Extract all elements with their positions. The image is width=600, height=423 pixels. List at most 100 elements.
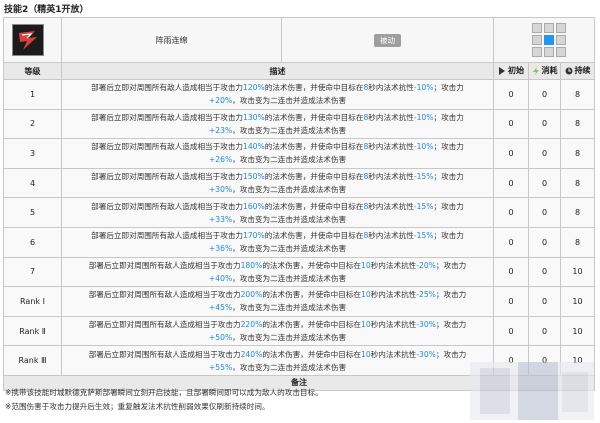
range-cell [556,47,566,57]
desc-text: 部署后立即对周围所有敌人造成相当于攻击力 [88,290,241,300]
col-initial: 初始 [493,62,529,80]
desc-text: ；攻击力 [435,290,467,300]
table-row: 6 部署后立即对周围所有敌人造成相当于攻击力170%的法术伤害，并使命中目标在8秒… [3,226,596,258]
row-duration: 8 [559,226,596,258]
column-header-row: 等级 描述 初始 消耗 持续 [3,62,596,80]
desc-text: 部署后立即对周围所有敌人造成相当于攻击力 [88,260,241,270]
desc-text: ，攻击变为二连击并造成法术伤害 [232,155,347,165]
row-level: 1 [3,79,62,110]
desc-text: ；攻击力 [435,260,467,270]
skill-table: 阵雨连绵 被动 等级 描述 初始 消耗 持续 1 部署后立即对周围所有敌人造成相… [2,17,596,391]
desc-text: ，攻击变为二连击并造成法术伤害 [232,96,347,106]
desc-text: 部署后立即对周围所有敌人造成相当于攻击力 [91,201,244,211]
desc-text: ；攻击力 [433,142,464,152]
row-cost: 0 [528,108,561,140]
row-cost: 0 [528,138,561,169]
row-initial: 0 [493,315,529,347]
range-cell [556,35,566,45]
notes-block: ※携带该技能时城默德克萨斯部署瞬间立刻开启技能，且部署瞬间即可以成为敌人的攻击目… [3,386,594,414]
desc-text: ，攻击变为二连击并造成法术伤害 [232,244,347,254]
row-initial: 0 [493,256,529,288]
desc-text: ；攻击力 [433,112,464,122]
clock-icon [565,67,572,75]
table-row: 1 部署后立即对周围所有敌人造成相当于攻击力120%的法术伤害，并使命中目标在8秒… [3,79,596,110]
desc-damage-pct: 240% [240,349,263,359]
desc-atk-bonus: +55% [208,362,233,372]
desc-text: ，攻击变为二连击并造成法术伤害 [232,303,347,313]
row-description: 部署后立即对周围所有敌人造成相当于攻击力120%的法术伤害，并使命中目标在8秒内… [61,79,494,110]
row-cost: 0 [528,226,561,258]
desc-atk-bonus: +33% [208,214,233,224]
desc-damage-pct: 170% [243,231,265,241]
row-cost: 0 [528,315,561,347]
range-cell [532,47,542,57]
row-description: 部署后立即对周围所有敌人造成相当于攻击力240%的法术伤害，并使命中目标在10秒… [61,345,494,376]
row-cost: 0 [528,345,561,376]
row-initial: 0 [493,197,529,228]
desc-damage-pct: 220% [240,320,263,330]
desc-atk-bonus: +36% [208,244,233,254]
col-initial-label: 初始 [508,66,524,76]
row-description: 部署后立即对周围所有敌人造成相当于攻击力170%的法术伤害，并使命中目标在8秒内… [61,226,494,258]
desc-text: ；攻击力 [433,231,464,241]
desc-text: 的法术伤害，并使命中目标在 [262,260,362,270]
desc-text: ，攻击变为二连击并造成法术伤害 [232,273,347,283]
row-level: 7 [3,256,62,288]
desc-seconds: 10 [361,260,371,270]
note-line: ※范围伤害于攻击力提升后生效；重复触发法术抗性削弱效果仅刷新持续时间。 [5,402,270,411]
desc-text: ，攻击变为二连击并造成法术伤害 [232,185,347,195]
desc-resist: -10% [413,112,434,122]
desc-damage-pct: 180% [240,260,263,270]
row-duration: 10 [559,315,596,347]
skill-header-row: 阵雨连绵 被动 [3,17,596,63]
row-level: 3 [3,138,62,169]
desc-text: 部署后立即对周围所有敌人造成相当于攻击力 [91,142,244,152]
desc-atk-bonus: +50% [208,333,233,343]
col-cost: 消耗 [528,62,561,80]
row-initial: 0 [493,138,529,169]
row-initial: 0 [493,226,529,258]
desc-atk-bonus: +30% [208,185,233,195]
desc-resist: -15% [413,201,434,211]
desc-resist: -15% [413,172,434,182]
skill-type-cell: 被动 [281,17,494,63]
desc-text: ，攻击变为二连击并造成法术伤害 [232,125,347,135]
skill-icon-cell [3,17,62,63]
table-row: Rank Ⅱ 部署后立即对周围所有敌人造成相当于攻击力220%的法术伤害，并使命中… [3,315,596,347]
row-initial: 0 [493,167,529,199]
desc-text: 的法术伤害，并使命中目标在 [262,290,362,300]
row-initial: 0 [493,286,529,317]
range-cell [532,35,542,45]
table-row: Rank Ⅰ 部署后立即对周围所有敌人造成相当于攻击力200%的法术伤害，并使命中… [3,286,596,317]
desc-text: 秒内法术抗性 [368,231,414,241]
row-level: Rank Ⅱ [3,315,62,347]
col-desc: 描述 [61,62,494,80]
row-level: 4 [3,167,62,199]
desc-damage-pct: 130% [243,112,265,122]
row-description: 部署后立即对周围所有敌人造成相当于攻击力200%的法术伤害，并使命中目标在10秒… [61,286,494,317]
table-row: 7 部署后立即对周围所有敌人造成相当于攻击力180%的法术伤害，并使命中目标在10… [3,256,596,288]
row-duration: 10 [559,345,596,376]
table-row: Rank Ⅲ 部署后立即对周围所有敌人造成相当于攻击力240%的法术伤害，并使命中… [3,345,596,376]
desc-text: 秒内法术抗性 [370,320,417,330]
desc-text: 秒内法术抗性 [368,172,414,182]
desc-damage-pct: 140% [243,142,265,152]
desc-text: 秒内法术抗性 [370,260,417,270]
desc-text: 部署后立即对周围所有敌人造成相当于攻击力 [91,231,244,241]
col-cost-label: 消耗 [541,66,558,76]
skill-storm-icon [12,24,44,56]
row-duration: 8 [559,138,596,169]
row-description: 部署后立即对周围所有敌人造成相当于攻击力150%的法术伤害，并使命中目标在8秒内… [61,167,494,199]
desc-text: ，攻击变为二连击并造成法术伤害 [232,214,347,224]
desc-atk-bonus: +40% [208,273,233,283]
attack-range-grid [532,23,568,59]
desc-atk-bonus: +20% [208,96,233,106]
desc-damage-pct: 200% [240,290,263,300]
row-description: 部署后立即对周围所有敌人造成相当于攻击力220%的法术伤害，并使命中目标在10秒… [61,315,494,347]
desc-seconds: 10 [361,320,371,330]
row-description: 部署后立即对周围所有敌人造成相当于攻击力130%的法术伤害，并使命中目标在8秒内… [61,108,494,140]
row-duration: 10 [559,256,596,288]
desc-text: ；攻击力 [433,172,464,182]
desc-text: 的法术伤害，并使命中目标在 [264,172,364,182]
play-icon [499,66,505,75]
